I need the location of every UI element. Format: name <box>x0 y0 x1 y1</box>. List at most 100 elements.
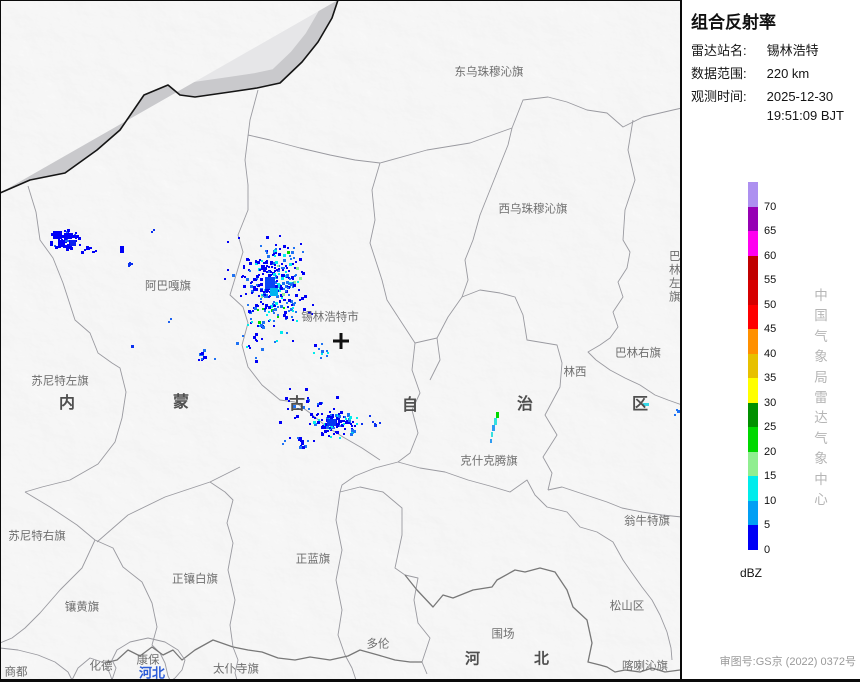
echo-pixel <box>340 411 343 414</box>
echo-pixel <box>280 285 282 287</box>
echo-pixel <box>268 271 270 273</box>
echo-pixel <box>312 304 314 306</box>
echo-pixel <box>261 267 264 270</box>
echo-pixel <box>90 247 92 249</box>
echo-pixel <box>372 421 374 423</box>
echo-pixel <box>326 355 328 357</box>
echo-pixel <box>297 281 299 283</box>
echo-pixel <box>295 261 297 263</box>
field-range: 数据范围: 220 km <box>691 63 856 82</box>
credit-char: 气 <box>814 328 828 344</box>
echo-pixel <box>308 408 310 410</box>
echo-pixel <box>268 266 270 268</box>
echo-pixel <box>309 423 311 425</box>
echo-pixel <box>84 249 86 251</box>
echo-pixel <box>272 310 274 312</box>
echo-pixel <box>268 306 271 309</box>
echo-pixel <box>296 320 298 322</box>
echo-pixel <box>352 421 354 423</box>
echo-pixel <box>291 304 293 306</box>
echo-pixel <box>327 430 329 432</box>
legend-swatch <box>748 525 758 550</box>
legend-swatch <box>748 255 758 280</box>
echo-pixel <box>313 440 315 442</box>
echo-pixel <box>317 405 319 407</box>
echo-pixel <box>258 321 261 324</box>
echo-pixel <box>64 230 66 232</box>
agency-credit-vertical: 中国气象局雷达气象中心 <box>810 286 832 510</box>
echo-pixel <box>344 416 346 418</box>
echo-pixel <box>275 275 277 277</box>
echo-pixel <box>261 338 263 340</box>
legend-tick: 30 <box>764 396 777 409</box>
echo-pixel <box>277 316 279 318</box>
echo-pixel <box>314 417 316 419</box>
echo-pixel <box>335 415 337 417</box>
echo-pixel <box>284 440 286 442</box>
legend-tick: 10 <box>764 494 777 507</box>
echo-pixel <box>251 292 253 294</box>
echo-pixel <box>67 246 70 249</box>
echo-pixel <box>131 263 133 265</box>
echo-pixel <box>282 293 285 296</box>
echo-pixel <box>255 288 258 291</box>
legend-swatch <box>748 500 758 525</box>
echo-pixel <box>279 301 281 303</box>
legend-swatch <box>748 402 758 427</box>
echo-pixel <box>282 282 285 285</box>
echo-pixel <box>251 321 253 323</box>
echo-pixel <box>264 294 266 296</box>
echo-pixel <box>262 273 264 275</box>
echo-pixel <box>276 340 278 342</box>
echo-pixel <box>303 308 306 311</box>
echo-pixel <box>307 397 309 399</box>
legend-swatch <box>748 206 758 231</box>
echo-pixel <box>343 423 345 425</box>
echo-pixel <box>330 414 332 416</box>
echo-pixel <box>246 278 249 281</box>
echo-pixel <box>351 425 353 427</box>
echo-pixel <box>168 321 170 323</box>
echo-pixel <box>131 345 134 348</box>
credit-char: 雷 <box>814 390 828 406</box>
legend-tick: 65 <box>764 225 777 237</box>
echo-pixel <box>299 299 301 301</box>
echo-pixel <box>248 345 250 347</box>
echo-pixel <box>297 408 299 410</box>
echo-pixel <box>329 411 331 413</box>
echo-pixel <box>255 333 258 336</box>
echo-pixel <box>129 262 131 264</box>
echo-pixel <box>321 419 323 421</box>
echo-pixel <box>274 264 276 266</box>
echo-pixel <box>270 288 278 296</box>
echo-pixel <box>285 265 287 267</box>
echo-pixel <box>236 342 239 345</box>
echo-pixel <box>214 358 216 360</box>
field-station-value: 锡林浩特 <box>766 43 819 58</box>
echo-pixel <box>277 314 279 316</box>
echo-pixel <box>342 420 344 422</box>
echo-pixel <box>281 267 283 269</box>
echo-pixel <box>268 274 270 276</box>
field-obstime-label: 观测时间: <box>691 89 747 104</box>
echo-pixel <box>249 347 251 349</box>
echo-pixel <box>263 291 265 293</box>
legend-tick: 60 <box>764 249 777 262</box>
echo-pixel <box>271 266 273 268</box>
echo-pixel <box>253 278 256 281</box>
echo-pixel <box>333 408 335 410</box>
echo-pixel <box>317 403 319 405</box>
echo-pixel <box>299 437 302 440</box>
credit-char: 象 <box>814 349 828 365</box>
echo-pixel <box>338 413 340 415</box>
echo-pixel <box>302 251 304 253</box>
echo-pixel <box>316 414 318 416</box>
legend-unit-label: dBZ <box>740 565 763 580</box>
legend-tick: 25 <box>764 421 777 433</box>
echo-pixel <box>292 282 294 284</box>
echo-pixel <box>200 353 202 355</box>
echo-pixel <box>252 310 254 312</box>
field-range-value: 220 km <box>766 66 810 81</box>
echo-pixel <box>270 261 273 264</box>
echo-pixel <box>258 295 260 297</box>
